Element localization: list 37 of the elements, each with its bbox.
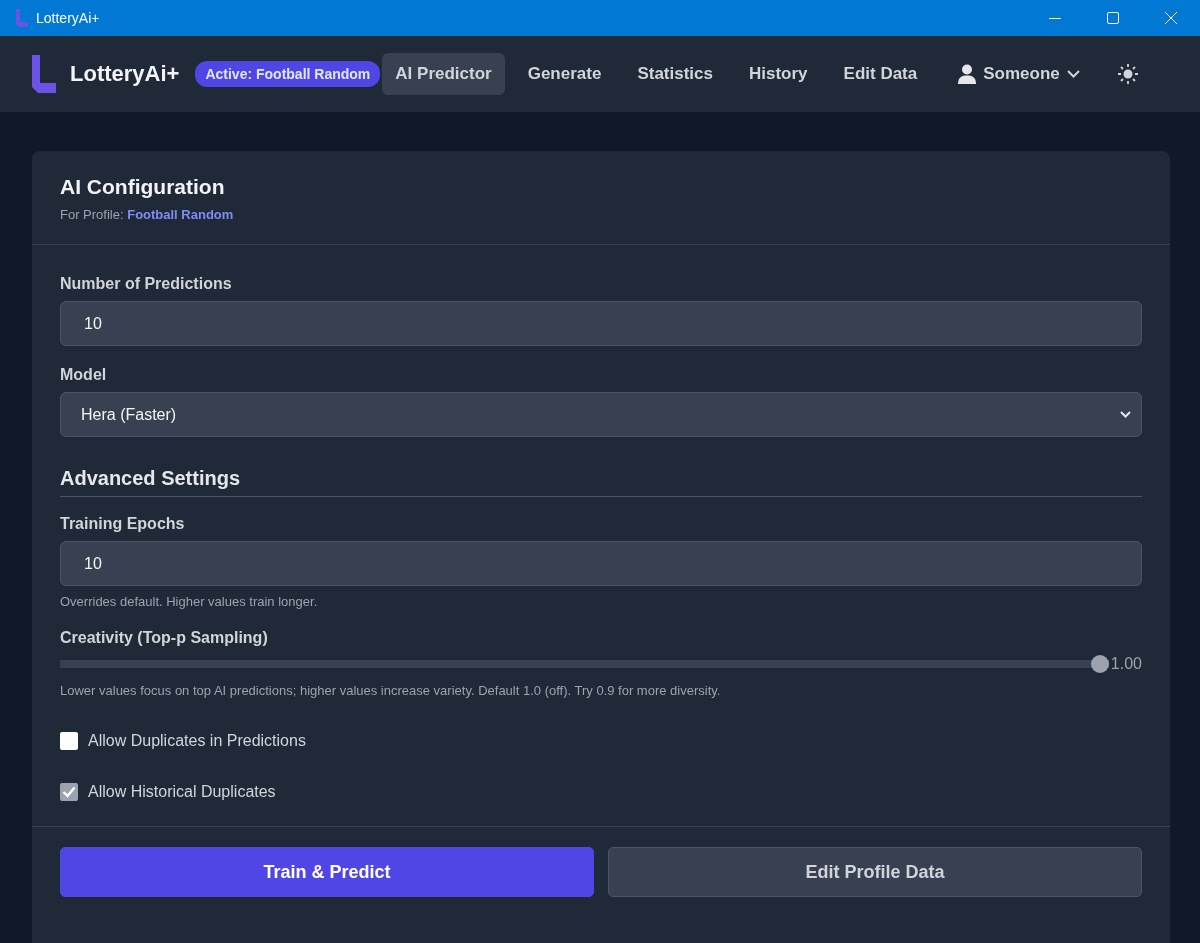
active-profile-badge: Active: Football Random <box>195 61 381 87</box>
chevron-down-icon <box>1066 70 1080 78</box>
help-text: Lower values focus on top AI predictions; higher values increase variety. Default 1.0 (off). Try 0.9 for more diversity. <box>60 683 722 698</box>
nav-tab[interactable]: History <box>736 53 821 95</box>
nav-tab[interactable]: AI Predictor <box>382 53 505 95</box>
app-logo-icon <box>16 9 28 27</box>
field-label: Model <box>60 366 108 384</box>
nav-tab[interactable]: Statistics <box>624 53 726 95</box>
section-heading: Advanced Settings <box>60 467 1142 497</box>
train-predict-button[interactable]: Train & Predict <box>60 847 594 897</box>
chevron-down-icon <box>1120 411 1131 418</box>
checkbox[interactable] <box>60 732 78 750</box>
window-title: LotteryAi+ <box>36 10 101 26</box>
model-select[interactable]: Hera (Faster) <box>60 392 1142 437</box>
input-field[interactable]: 10 <box>60 301 1142 346</box>
sun-icon[interactable] <box>1117 64 1138 84</box>
edit-profile-button[interactable]: Edit Profile Data <box>608 847 1142 897</box>
app-logo-icon <box>32 55 56 93</box>
checkbox-label: Allow Duplicates in Predictions <box>88 732 306 750</box>
profile-subtitle: For Profile: Football Random <box>60 207 235 222</box>
user-menu[interactable]: Someone <box>958 64 1080 84</box>
checkbox[interactable] <box>60 783 78 801</box>
input-field[interactable]: 10 <box>60 541 1142 586</box>
brand-name: LotteryAi+ <box>70 61 180 87</box>
user-icon <box>958 64 977 84</box>
card-title: AI Configuration <box>60 175 226 199</box>
nav-tab[interactable]: Edit Data <box>830 53 931 95</box>
field-label: Training Epochs <box>60 515 186 533</box>
close-icon <box>1165 12 1177 24</box>
help-text: Overrides default. Higher values train longer. <box>60 594 319 609</box>
slider-thumb[interactable] <box>1090 655 1109 673</box>
field-label: Number of Predictions <box>60 275 233 293</box>
field-label: Creativity (Top-p Sampling) <box>60 629 269 647</box>
nav-tab[interactable]: Generate <box>514 53 615 95</box>
slider-value: 1.00 <box>1110 655 1142 673</box>
maximize-icon <box>1107 12 1119 24</box>
checkbox-label: Allow Historical Duplicates <box>88 783 276 801</box>
